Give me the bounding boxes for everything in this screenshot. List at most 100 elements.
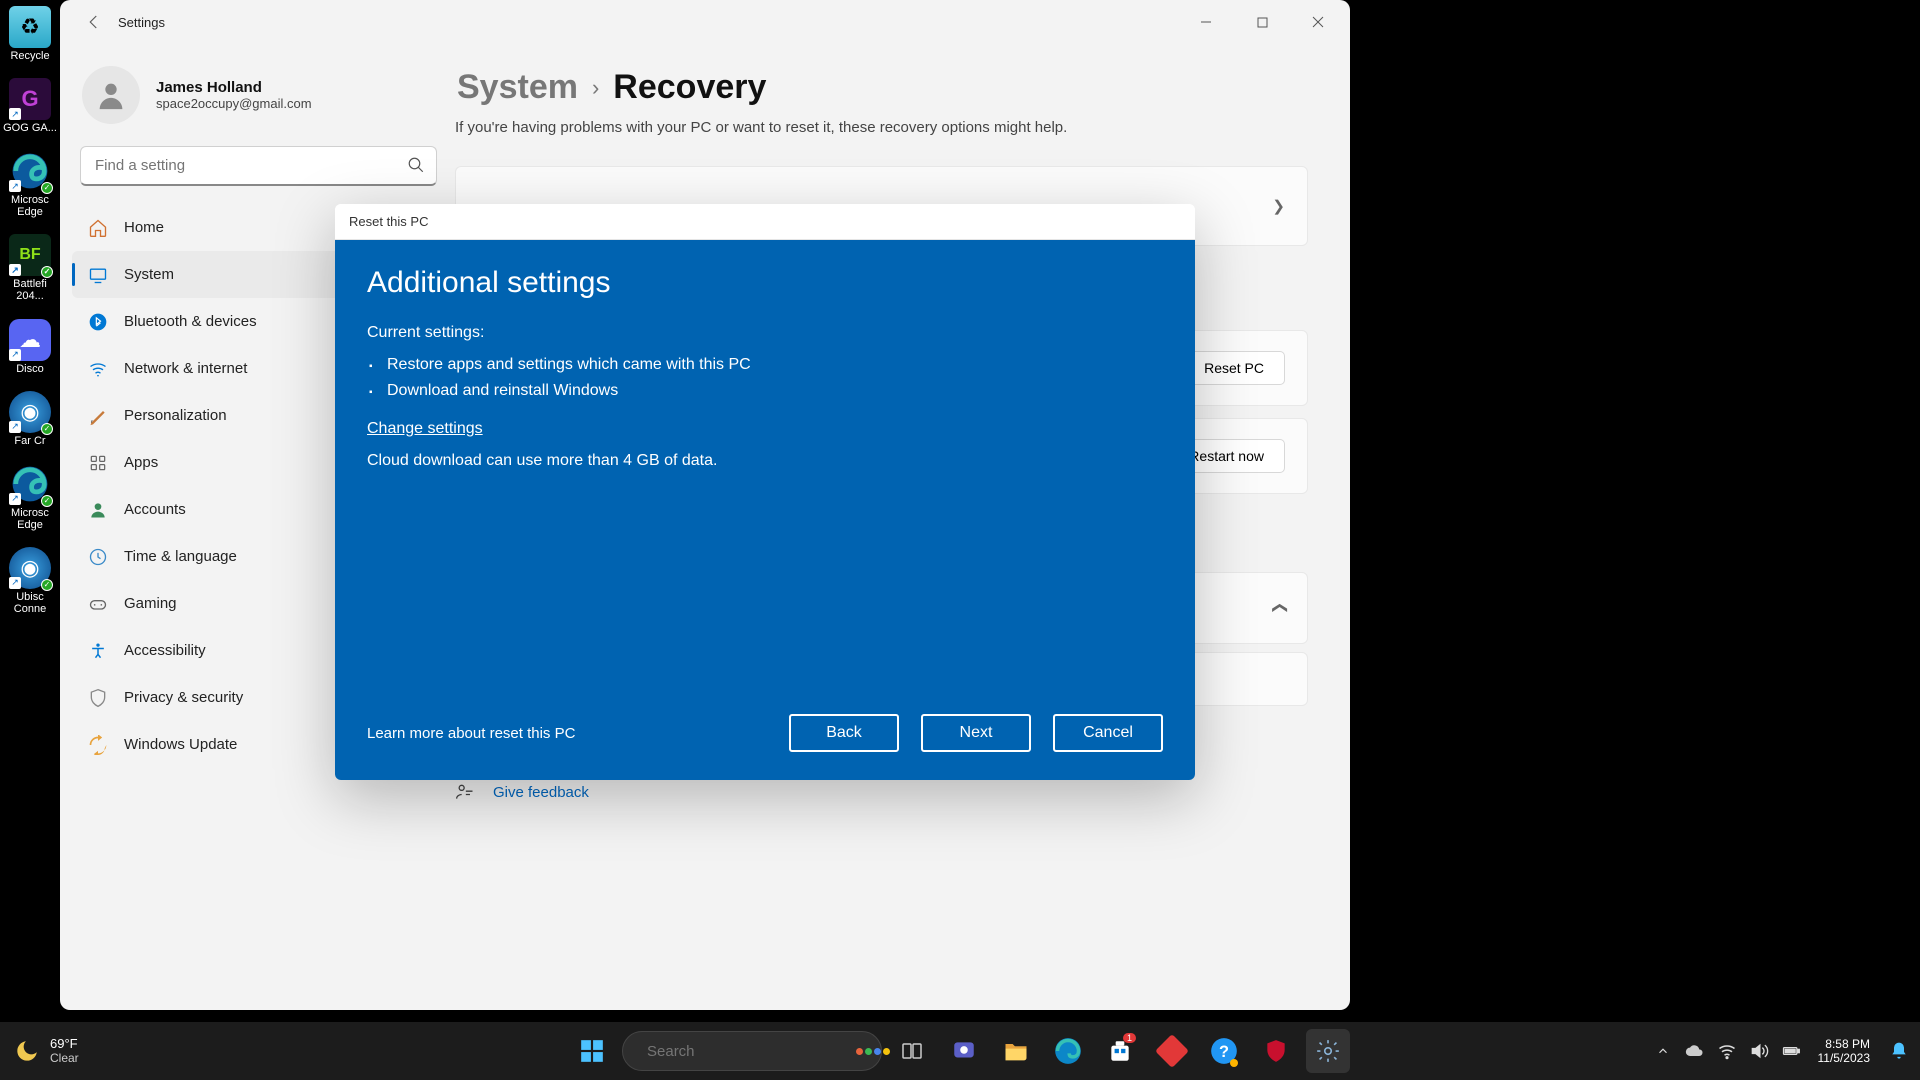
taskbar-app-red[interactable] [1150,1029,1194,1073]
reset-pc-button[interactable]: Reset PC [1183,351,1285,385]
task-view-button[interactable] [890,1029,934,1073]
desktop-icon-ubisoft[interactable]: ◉ Ubisc Conne [0,547,60,615]
dialog-next-button[interactable]: Next [921,714,1031,752]
breadcrumb: System › Recovery [457,68,1308,107]
desktop-icon-discord[interactable]: ☁ Disco [0,319,60,375]
task-view-icon [900,1039,924,1063]
tray-volume[interactable] [1748,1036,1770,1066]
folder-icon [1002,1037,1030,1065]
close-button[interactable] [1290,3,1346,41]
learn-more-link[interactable]: Learn more about reset this PC [367,725,575,742]
dialog-current-label: Current settings: [367,324,1163,342]
desktop-icon-label: Disco [16,363,44,375]
desktop-icon-gog[interactable]: G GOG GA... [0,78,60,134]
search-icon [407,156,425,174]
home-icon [88,218,108,238]
recycle-bin-icon: ♻ [20,14,40,40]
taskbar-center: 1 ? [570,1029,1350,1073]
close-icon [1312,16,1324,28]
system-tray: 8:58 PM 11/5/2023 [1652,1036,1920,1066]
page-subtext: If you're having problems with your PC o… [455,119,1308,136]
desktop-icon-edge-2[interactable]: Microsc Edge [0,463,60,531]
status-badge-icon [41,266,53,278]
notifications-button[interactable] [1886,1036,1912,1066]
desktop-icons: ♻ Recycle G GOG GA... Microsc Edge BF Ba… [0,0,60,615]
shortcut-badge-icon [9,493,21,505]
battery-icon [1780,1041,1802,1061]
start-button[interactable] [570,1029,614,1073]
user-name: James Holland [156,79,312,96]
taskbar: 69°F Clear 1 ? 8:58 PM 11/ [0,1022,1920,1080]
desktop-icon-label: Microsc Edge [0,194,60,218]
discord-icon: ☁ [19,327,41,353]
desktop-icon-edge[interactable]: Microsc Edge [0,150,60,218]
search-highlights-icon [856,1048,890,1055]
taskbar-app-help[interactable]: ? [1202,1029,1246,1073]
chevron-up-icon: ❯ [1270,602,1288,615]
desktop-icon-farcry[interactable]: ◉ Far Cr [0,391,60,447]
weather-temp: 69°F [50,1037,79,1051]
update-icon [88,735,108,755]
search-field[interactable] [80,146,437,186]
ubisoft-icon: ◉ [20,399,39,425]
reset-pc-dialog: Reset this PC Additional settings Curren… [335,204,1195,780]
window-title: Settings [118,15,165,30]
privacy-icon [88,688,108,708]
sidebar-item-label: Apps [124,454,158,471]
shortcut-badge-icon [9,349,21,361]
desktop-icon-recycle-bin[interactable]: ♻ Recycle [0,6,60,62]
wifi-icon [1717,1041,1737,1061]
maximize-icon [1257,17,1268,28]
gaming-icon [88,594,108,614]
desktop-icon-battlefield[interactable]: BF Battlefi 204... [0,234,60,302]
taskbar-app-chat[interactable] [942,1029,986,1073]
volume-icon [1749,1041,1769,1061]
user-profile[interactable]: James Holland space2occupy@gmail.com [72,62,445,146]
taskbar-search[interactable] [622,1031,882,1071]
tray-onedrive[interactable] [1684,1036,1706,1066]
dialog-back-button[interactable]: Back [789,714,899,752]
dialog-note: Cloud download can use more than 4 GB of… [367,452,1163,470]
dialog-cancel-button[interactable]: Cancel [1053,714,1163,752]
minimize-button[interactable] [1178,3,1234,41]
sidebar-item-label: Time & language [124,548,237,565]
give-feedback-label: Give feedback [493,784,589,801]
desktop-icon-label: Ubisc Conne [0,591,60,615]
breadcrumb-parent[interactable]: System [457,68,578,107]
avatar [82,66,140,124]
user-email: space2occupy@gmail.com [156,96,312,111]
taskbar-app-mcafee[interactable] [1254,1029,1298,1073]
taskbar-app-settings[interactable] [1306,1029,1350,1073]
sidebar-item-label: Network & internet [124,360,247,377]
status-badge-icon [41,423,53,435]
chevron-right-icon: › [592,75,599,101]
shield-icon [1263,1038,1289,1064]
sidebar-item-label: System [124,266,174,283]
weather-widget[interactable]: 69°F Clear [0,1037,79,1064]
system-icon [88,265,108,285]
back-button[interactable] [78,6,110,38]
time-icon [88,547,108,567]
arrow-left-icon [85,13,103,31]
search-input[interactable] [80,146,437,186]
tray-battery[interactable] [1780,1036,1802,1066]
maximize-button[interactable] [1234,3,1290,41]
give-feedback-link[interactable]: Give feedback [455,782,1308,802]
change-settings-link[interactable]: Change settings [367,420,1163,438]
shortcut-badge-icon [9,180,21,192]
taskbar-search-input[interactable] [647,1043,846,1060]
taskbar-app-edge[interactable] [1046,1029,1090,1073]
sidebar-item-label: Privacy & security [124,689,243,706]
network-icon [88,359,108,379]
gog-icon: G [21,86,38,112]
accounts-icon [88,500,108,520]
status-badge-icon [41,182,53,194]
taskbar-app-store[interactable]: 1 [1098,1029,1142,1073]
status-badge-icon [41,579,53,591]
edge-icon [1054,1037,1082,1065]
taskbar-app-explorer[interactable] [994,1029,1038,1073]
tray-wifi[interactable] [1716,1036,1738,1066]
sidebar-item-label: Gaming [124,595,177,612]
clock[interactable]: 8:58 PM 11/5/2023 [1812,1037,1877,1066]
tray-overflow-button[interactable] [1652,1036,1674,1066]
